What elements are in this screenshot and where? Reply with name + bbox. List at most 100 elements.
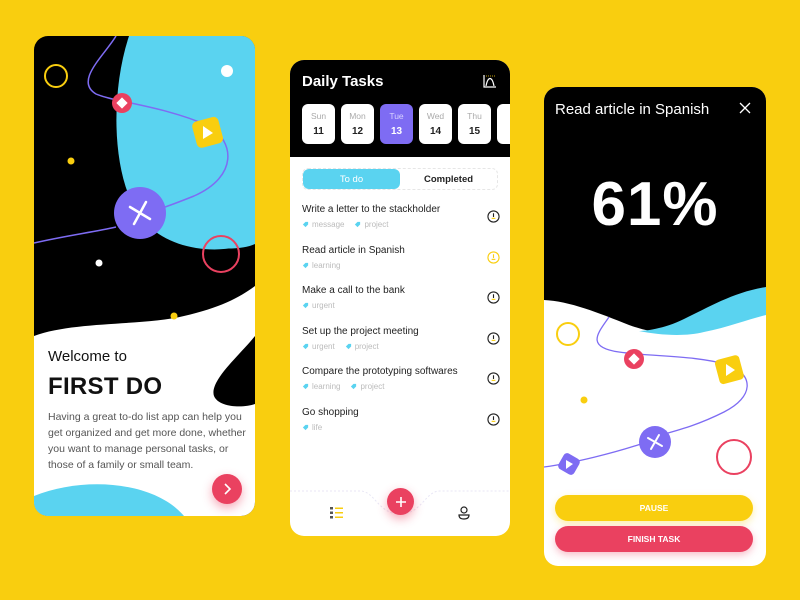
day-date: 12 [351,126,364,137]
day-picker: Sun 11 Mon 12 Tue 13 Wed 14 Thu 15 [302,104,510,144]
task-tags: learning project [302,382,500,391]
yellow-ring [556,322,580,346]
day-date: 11 [313,126,324,137]
task-tag: life [302,423,322,432]
task-tag: project [354,220,388,229]
task-tags: learning [302,261,500,270]
tag-label: project [364,220,389,229]
tag-icon [302,221,309,228]
clock-icon[interactable] [487,291,500,304]
chart-icon[interactable] [483,74,497,88]
task-tag: urgent [302,342,335,351]
tab-todo[interactable]: To do [303,169,400,189]
day-name: Mon [349,111,366,121]
clock-icon[interactable] [487,331,500,345]
tag-label: urgent [312,341,335,351]
red-node-icon [624,349,644,369]
tag-icon [302,262,309,268]
tag-icon [355,221,361,228]
task-tag: project [345,342,379,351]
daily-tasks-screen: Daily Tasks Sun 11 Mon 12 Tue 13 Wed 14 Thu 1… [290,60,510,536]
yellow-ring [44,64,68,88]
task-tags: urgent [302,301,500,310]
task-item[interactable]: Compare the prototyping softwares learnin… [302,366,500,407]
pause-button[interactable]: PAUSE [555,495,753,521]
day-mon[interactable]: Mon 12 [341,104,374,144]
tag-label: project [360,382,385,391]
day-wed[interactable]: Wed 14 [419,104,452,144]
task-title: Set up the project meeting [302,325,419,337]
tag-label: message [312,220,345,229]
task-status-tabs: To do Completed [302,168,498,190]
header: Daily Tasks Sun 11 Mon 12 Tue 13 Wed 14 Thu 1… [290,60,510,157]
tag-icon [345,343,351,349]
clock-icon[interactable] [487,412,500,426]
list-icon[interactable] [330,507,344,519]
close-icon[interactable] [739,102,751,114]
task-title: Read article in Spanish [302,244,405,256]
tab-completed[interactable]: Completed [400,169,497,189]
next-button[interactable] [212,474,242,504]
yellow-dot [580,396,588,404]
task-tags: message project [302,220,500,229]
red-ring [716,439,752,475]
tag-label: urgent [312,301,335,310]
task-title: Go shopping [302,406,359,418]
tag-icon [302,383,309,390]
tag-label: learning [312,260,341,270]
red-node-icon [112,93,132,113]
day-date: 15 [468,126,481,137]
clock-icon[interactable] [487,210,500,223]
task-tag: learning [302,382,340,391]
clock-icon[interactable] [487,372,500,385]
task-item[interactable]: Read article in Spanish learning [302,245,500,286]
yellow-dot-2 [170,312,178,320]
day-date: 13 [390,126,403,137]
task-item[interactable]: Go shopping life [302,407,500,448]
task-title: Write a letter to the stackholder [302,204,441,215]
day-name: Sun [310,111,327,121]
task-title: Read article in Spanish [555,101,710,118]
tag-icon [302,343,309,349]
day-tue[interactable]: Tue 13 [380,104,413,144]
task-tag: learning [302,261,340,270]
progress-percent: 61% [591,170,719,239]
plus-node-icon [114,187,166,239]
task-tags: urgent project [302,342,500,351]
tag-icon [351,383,357,390]
play-node-icon [714,355,744,385]
task-list: Write a letter to the stackholder message… [302,204,500,447]
plus-node-icon [639,426,671,458]
day-next[interactable] [497,104,510,144]
finish-task-button[interactable]: FINISH TASK [555,526,753,552]
task-tag: project [350,382,384,391]
tag-label: learning [312,382,341,391]
day-thu[interactable]: Thu 15 [458,104,491,144]
task-item[interactable]: Write a letter to the stackholder message… [302,204,500,245]
tag-icon [302,302,309,309]
day-sun[interactable]: Sun 11 [302,104,335,144]
day-name: Thu [467,111,482,121]
task-title: Make a call to the bank [302,285,405,296]
task-item[interactable]: Set up the project meeting urgent project [302,326,500,367]
page-title: Daily Tasks [302,73,384,90]
plus-icon [395,496,406,507]
path-line-2 [34,226,117,244]
task-title: Compare the prototyping softwares [302,366,458,377]
task-item[interactable]: Make a call to the bank urgent [302,285,500,326]
chevron-right-icon [224,483,232,495]
user-icon[interactable] [458,506,470,520]
tag-icon [302,424,309,430]
onboarding-text: Welcome to FIRST DO Having a great to-do… [48,348,248,473]
add-task-button[interactable] [387,488,414,515]
yellow-dot [67,157,75,165]
app-name: FIRST DO [48,373,163,400]
task-tag: message [302,220,344,229]
clock-icon[interactable] [487,250,500,264]
task-tags: life [302,423,500,432]
white-dot [221,65,233,77]
day-date: 14 [429,126,442,137]
tag-label: life [312,422,323,432]
tag-label: project [354,341,379,351]
onboarding-screen: Welcome to FIRST DO Having a great to-do… [34,36,255,516]
